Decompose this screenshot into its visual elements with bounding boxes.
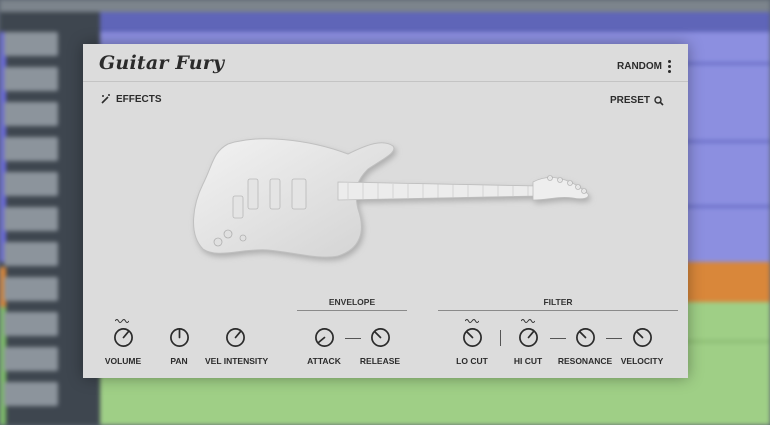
- filter-section-divider: [438, 310, 678, 311]
- volume-knob-control: VOLUME: [93, 327, 153, 366]
- attack-label: ATTACK: [307, 356, 341, 366]
- pan-label: PAN: [170, 356, 188, 366]
- velocity-knob[interactable]: [632, 327, 653, 348]
- guitar-illustration: [193, 138, 589, 258]
- preset-button[interactable]: PRESET: [610, 95, 664, 106]
- hi-cut-knob-control: HI CUT: [498, 327, 558, 366]
- envelope-section-label: ENVELOPE: [328, 297, 376, 307]
- lo-cut-knob[interactable]: [462, 327, 483, 348]
- velocity-knob-control: VELOCITY: [612, 327, 672, 366]
- envelope-section-divider: [297, 310, 407, 311]
- resonance-knob[interactable]: [575, 327, 596, 348]
- search-icon: [654, 95, 664, 106]
- lo-cut-knob-control: LO CUT: [442, 327, 502, 366]
- daw-top-bar: [0, 0, 770, 12]
- volume-wave-icon: [115, 319, 129, 323]
- plugin-window: Guitar Fury RANDOM EFFECTS PRESET ENVELO…: [83, 44, 688, 378]
- magic-wand-icon: [101, 94, 110, 104]
- effects-label: EFFECTS: [116, 93, 162, 105]
- pan-knob-control: PAN: [149, 327, 209, 366]
- release-label: RELEASE: [359, 356, 401, 366]
- random-button[interactable]: RANDOM: [617, 61, 662, 72]
- volume-label: VOLUME: [104, 356, 142, 366]
- effects-button[interactable]: EFFECTS: [100, 93, 162, 105]
- hi-cut-wave-icon: [521, 319, 535, 323]
- hi-cut-label: HI CUT: [513, 356, 543, 366]
- plugin-title: Guitar Fury: [99, 52, 225, 74]
- lo-cut-label: LO CUT: [456, 356, 488, 366]
- release-knob-control: RELEASE: [350, 327, 410, 366]
- filter-section-label: FILTER: [543, 297, 573, 307]
- attack-knob-control: ATTACK: [294, 327, 354, 366]
- vel-intensity-label: VEL INTENSITY: [205, 356, 269, 366]
- vel-intensity-knob-control: VEL INTENSITY: [205, 327, 269, 366]
- attack-knob[interactable]: [314, 327, 335, 348]
- lo-cut-wave-icon: [465, 319, 479, 323]
- plugin-header: Guitar Fury RANDOM: [83, 44, 688, 82]
- resonance-knob-control: RESONANCE: [555, 327, 615, 366]
- velocity-label: VELOCITY: [620, 356, 664, 366]
- volume-knob[interactable]: [113, 327, 134, 348]
- pan-knob[interactable]: [169, 327, 190, 348]
- vel-intensity-knob[interactable]: [225, 327, 246, 348]
- resonance-label: RESONANCE: [557, 356, 613, 366]
- hi-cut-knob[interactable]: [518, 327, 539, 348]
- more-options-icon[interactable]: [668, 60, 672, 74]
- release-knob[interactable]: [370, 327, 391, 348]
- preset-label: PRESET: [609, 95, 650, 106]
